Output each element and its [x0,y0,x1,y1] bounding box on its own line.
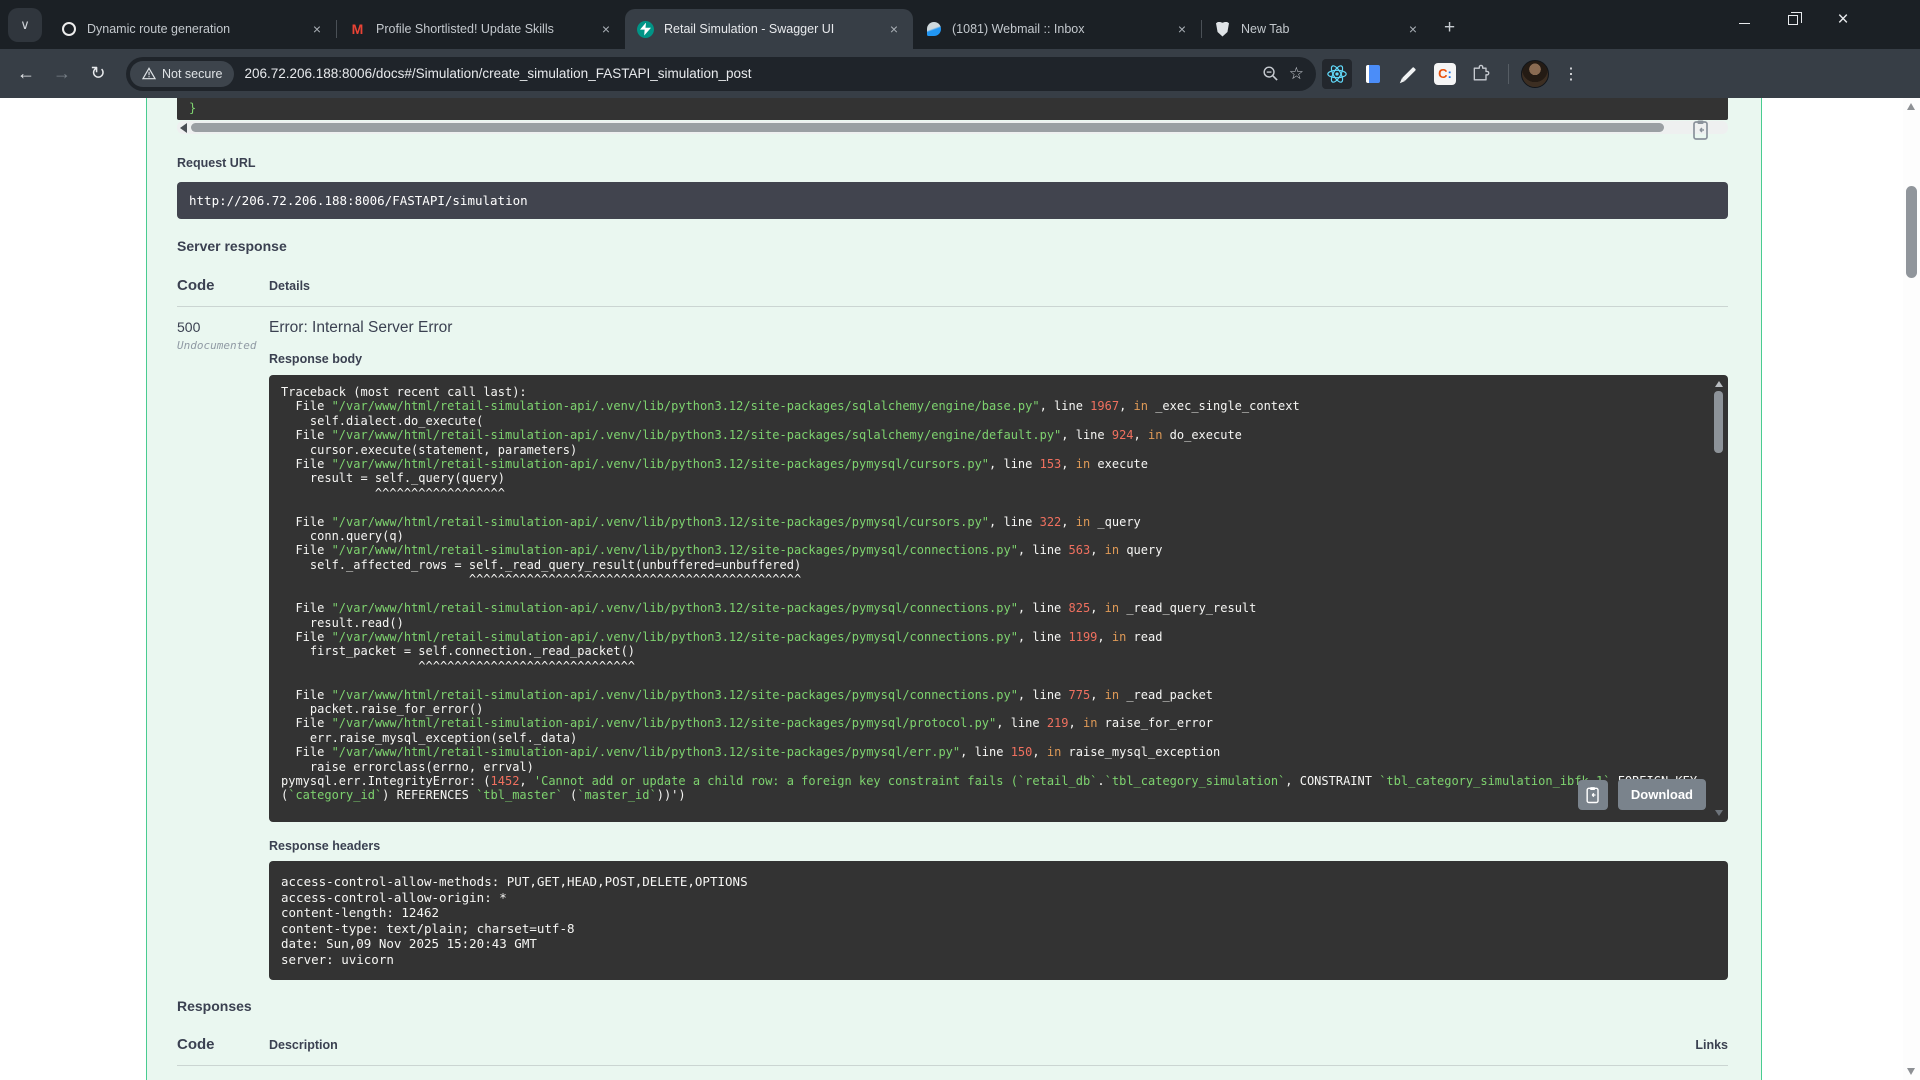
code-column-header: Code [177,277,269,294]
browser-scrollbar[interactable] [1903,98,1920,1080]
page-content: } Request URL http://206.72.206.188:8006… [0,98,1920,1080]
details-column-header: Details [269,279,1728,293]
reload-button[interactable]: ↻ [82,58,114,90]
tab-title: (1081) Webmail :: Inbox [952,22,1173,36]
table-divider [177,306,1728,307]
scroll-down-arrow-icon[interactable] [1715,810,1723,816]
chevron-down-icon: ∨ [20,17,30,33]
pen-extension-icon[interactable] [1394,59,1424,89]
response-headers-block: access-control-allow-methods: PUT,GET,HE… [269,861,1728,980]
tab-title: New Tab [1241,22,1404,36]
response-headers-label: Response headers [269,839,1728,853]
url-text[interactable]: 206.72.206.188:8006/docs#/Simulation/cre… [244,66,1251,81]
reload-icon: ↻ [90,63,105,84]
window-controls: × [1739,0,1850,40]
forward-button[interactable]: → [46,58,78,90]
close-tab-icon[interactable]: × [1404,19,1422,39]
tab-title: Profile Shortlisted! Update Skills [376,22,597,36]
warning-triangle-icon [142,67,156,80]
request-body-horizontal-scrollbar[interactable] [177,121,1728,134]
traceback-text: Traceback (most recent call last): File … [281,385,1702,812]
profile-avatar[interactable] [1521,60,1549,88]
close-window-button[interactable]: × [1836,13,1850,27]
notes-extension-icon[interactable] [1358,59,1388,89]
browser-toolbar: ← → ↻ Not secure 206.72.206.188:8006/doc… [0,49,1920,98]
tab-title: Dynamic route generation [87,22,308,36]
maximize-button[interactable] [1786,13,1800,27]
tab-profile-shortlisted[interactable]: M Profile Shortlisted! Update Skills × [337,9,625,49]
status-code: 500 [177,319,269,335]
tab-webmail-inbox[interactable]: (1081) Webmail :: Inbox × [913,9,1201,49]
responses-links-header: Links [1695,1038,1728,1052]
brave-icon [1214,21,1231,38]
close-tab-icon[interactable]: × [1173,19,1191,39]
fastapi-icon [637,21,654,38]
download-button[interactable]: Download [1618,779,1706,810]
minimize-button[interactable] [1739,16,1750,24]
tab-search-button[interactable]: ∨ [8,8,42,42]
response-headers-text: access-control-allow-methods: PUT,GET,HE… [281,874,1716,967]
request-body-editor-tail[interactable]: } [177,98,1728,120]
back-icon: ← [17,63,35,84]
error-title: Error: Internal Server Error [269,319,1728,337]
close-tab-icon[interactable]: × [885,19,903,39]
request-url-value: http://206.72.206.188:8006/FASTAPI/simul… [177,182,1728,219]
security-chip[interactable]: Not secure [130,61,234,87]
colorpicker-extension-icon[interactable]: C: [1430,59,1460,89]
toolbar-divider [1508,64,1509,84]
browser-scrollbar-thumb[interactable] [1906,186,1917,278]
close-tab-icon[interactable]: × [308,19,326,39]
chatgpt-icon [60,21,77,38]
vertical-scrollbar-thumb[interactable] [1714,391,1723,453]
webmail-icon [925,21,942,38]
gmail-icon: M [349,21,366,38]
extensions-puzzle-icon[interactable] [1466,59,1496,89]
horizontal-scrollbar-thumb[interactable] [191,123,1664,132]
responses-description-header: Description [269,1038,1695,1052]
bookmark-star-icon[interactable]: ☆ [1289,64,1304,84]
address-bar[interactable]: Not secure 206.72.206.188:8006/docs#/Sim… [126,57,1316,91]
response-body-label: Response body [269,352,1728,366]
request-url-label: Request URL [177,156,1728,170]
scroll-up-arrow-icon[interactable] [1907,103,1915,110]
new-tab-button[interactable]: + [1432,17,1467,49]
response-body-scrollbar[interactable] [1714,381,1724,816]
tab-new-tab[interactable]: New Tab × [1202,9,1432,49]
security-chip-label: Not secure [162,67,222,81]
copy-request-button[interactable] [1689,118,1713,142]
tab-retail-simulation-active[interactable]: Retail Simulation - Swagger UI × [625,9,913,49]
tab-title: Retail Simulation - Swagger UI [664,22,885,36]
scroll-up-arrow-icon[interactable] [1715,381,1723,387]
browser-menu-icon[interactable]: ⋮ [1553,64,1589,84]
server-response-heading: Server response [177,238,1728,254]
scroll-down-arrow-icon[interactable] [1907,1068,1915,1075]
zoom-indicator-icon[interactable] [1262,65,1279,82]
scroll-left-arrow-icon[interactable] [180,123,187,133]
browser-window: ∨ Dynamic route generation × M Profile S… [0,0,1920,1080]
status-undocumented-note: Undocumented [177,339,269,352]
responses-heading: Responses [177,998,1728,1014]
tab-strip: ∨ Dynamic route generation × M Profile S… [0,0,1920,49]
responses-code-header: Code [177,1036,269,1053]
forward-icon: → [53,63,71,84]
back-button[interactable]: ← [10,58,42,90]
close-tab-icon[interactable]: × [597,19,615,39]
response-body-block: Traceback (most recent call last): File … [269,375,1728,822]
tab-dynamic-route-generation[interactable]: Dynamic route generation × [48,9,336,49]
swagger-post-opblock: } Request URL http://206.72.206.188:8006… [146,98,1762,1080]
table-divider [177,1065,1728,1066]
react-devtools-extension-icon[interactable] [1322,59,1352,89]
copy-response-button[interactable] [1578,780,1608,810]
